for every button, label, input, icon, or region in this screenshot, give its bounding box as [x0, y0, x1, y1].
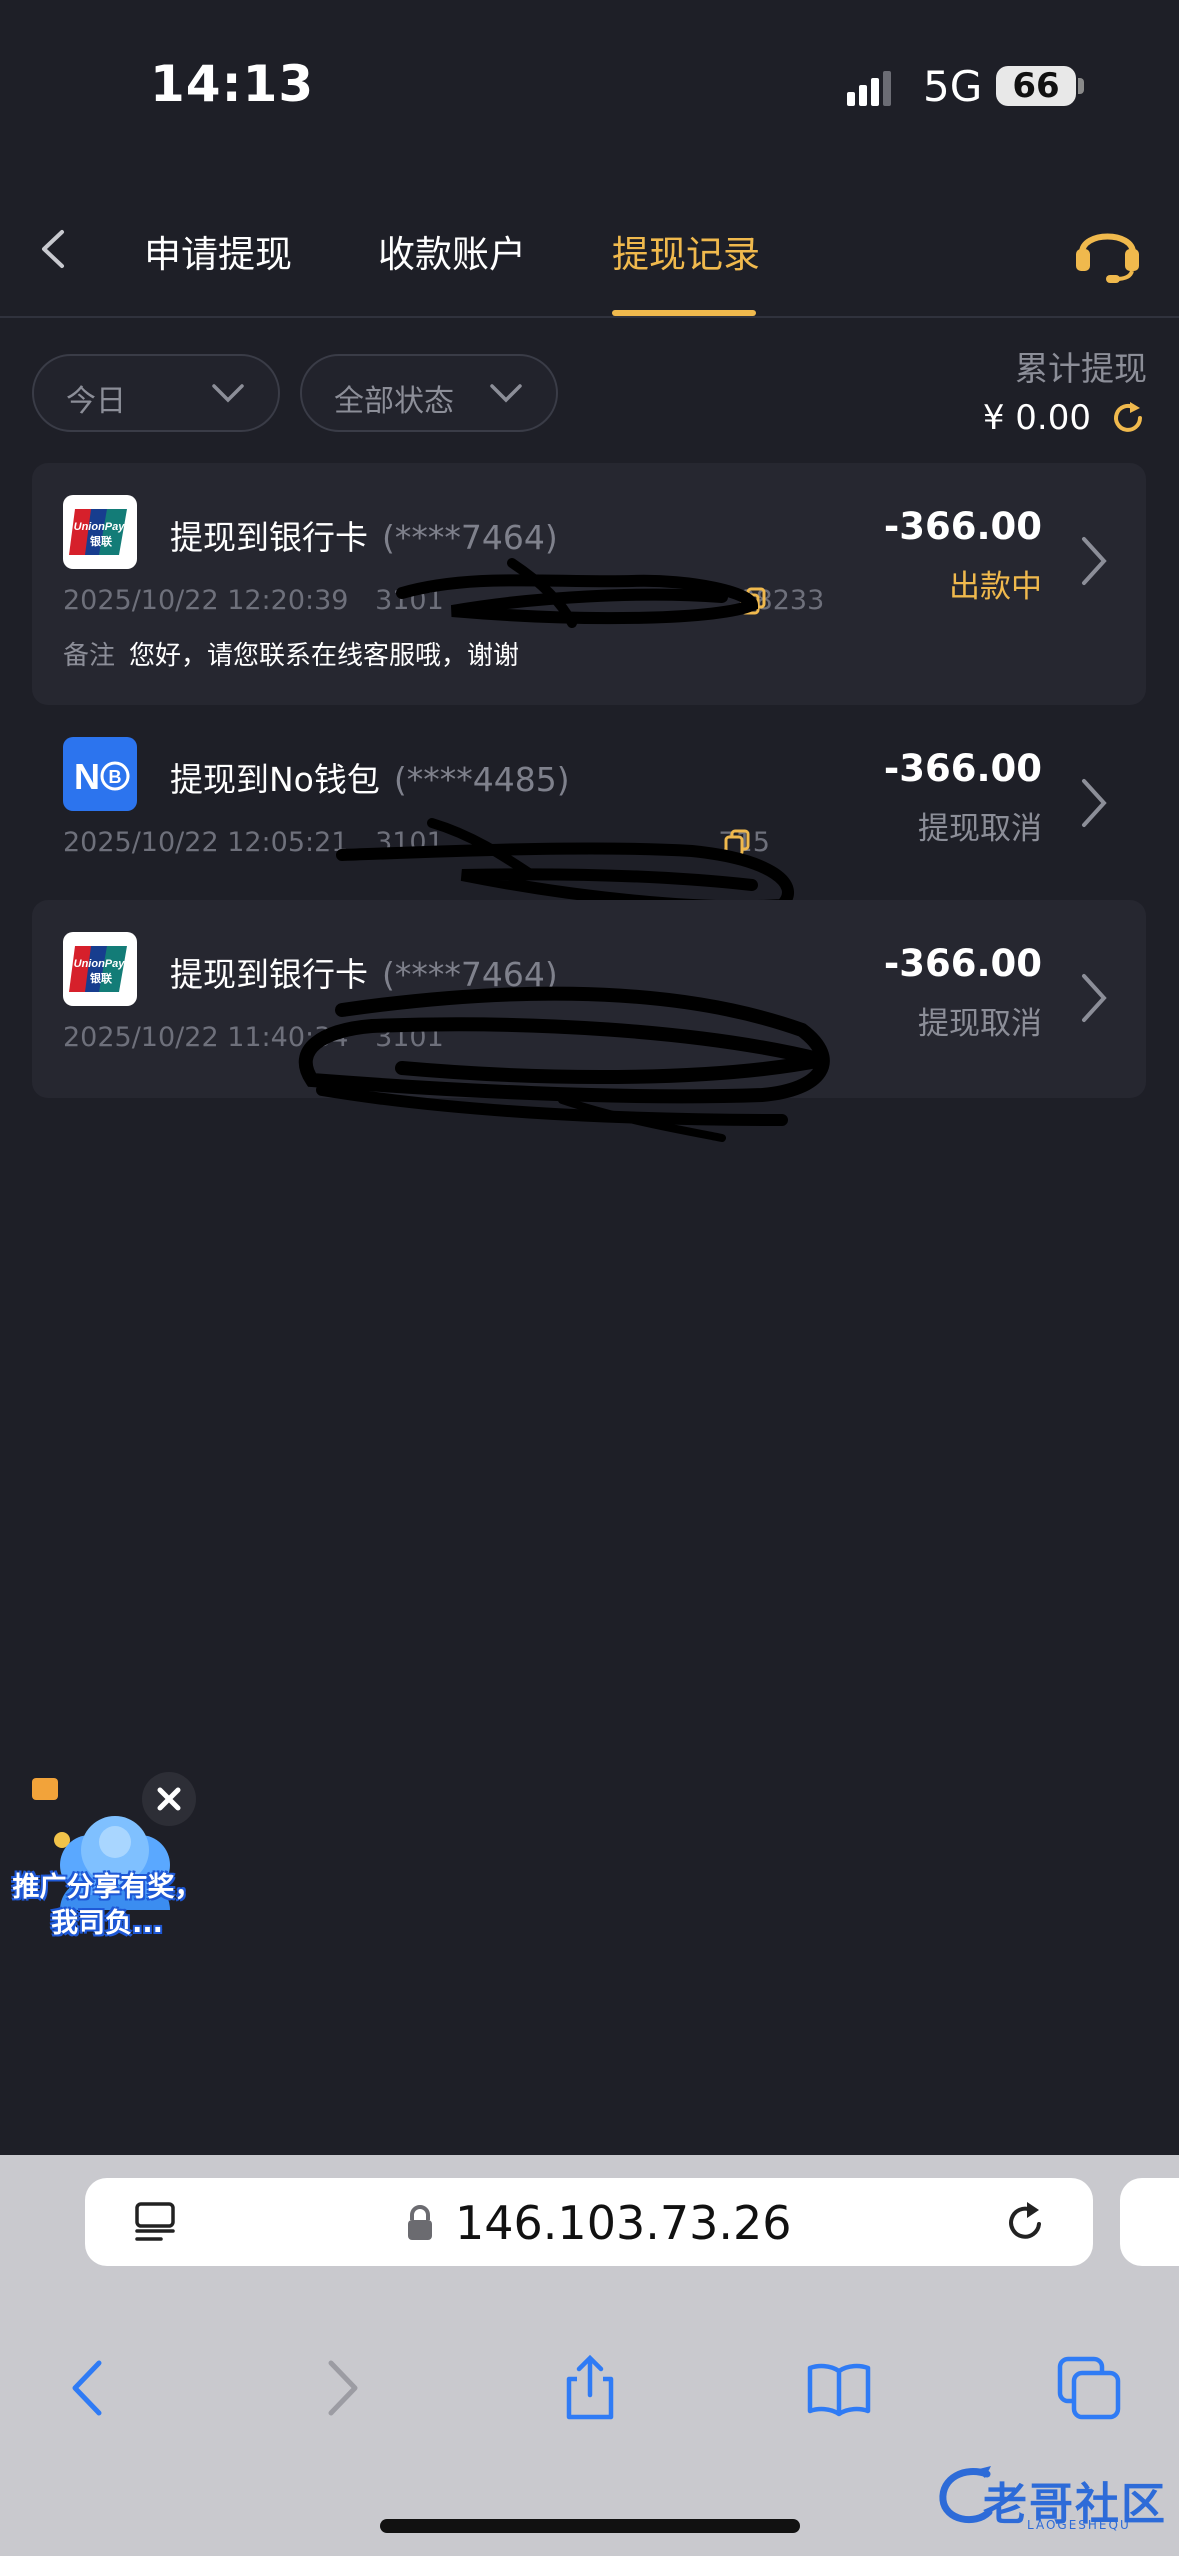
- back-icon[interactable]: [55, 2353, 125, 2423]
- tab-apply-withdrawal[interactable]: 申请提现: [144, 224, 292, 278]
- record-time: 2025/10/22 12:20:39: [63, 585, 349, 616]
- record-status: 提现取消: [918, 1006, 1042, 1042]
- promo-text[interactable]: 推广分享有奖，我司负...: [12, 1870, 202, 1942]
- chevron-right-icon: [1082, 779, 1107, 827]
- unionpay-icon: UnionPay 银联: [69, 946, 127, 992]
- reload-icon[interactable]: [1001, 2198, 1051, 2248]
- svg-text:B: B: [109, 767, 122, 787]
- active-tab-indicator: [612, 310, 756, 316]
- tab-withdrawal-records[interactable]: 提现记录: [612, 224, 760, 278]
- battery-nub: [1078, 78, 1084, 94]
- record-title: 提现到银行卡 (****7464): [170, 511, 558, 559]
- watermark-subtext: LAOGESHEQU: [1027, 2518, 1131, 2532]
- address-bar[interactable]: 146.103.73.26: [85, 2178, 1093, 2266]
- chevron-right-icon: [1082, 537, 1107, 585]
- forward-icon[interactable]: [305, 2353, 375, 2423]
- svg-text:UnionPay: UnionPay: [74, 521, 126, 533]
- watermark: 老哥社区 LAOGESHEQU: [935, 2460, 1170, 2540]
- withdrawal-records-page: 14:13 5G 66 申请提现 收款账户 提现记录 今日 全部状态 累计提现 …: [0, 0, 1179, 2556]
- withdrawal-record-1[interactable]: UnionPay 银联 提现到银行卡 (****7464) 2025/10/22 …: [32, 463, 1146, 705]
- record-status: 出款中: [949, 569, 1042, 605]
- record-account-mask: (****7464): [382, 955, 558, 994]
- chevron-down-icon: [490, 384, 522, 403]
- record-amount: -366.00: [883, 505, 1042, 548]
- signal-icon: [847, 71, 891, 106]
- copy-icon[interactable]: [724, 829, 750, 857]
- next-tab-peek[interactable]: [1120, 2178, 1179, 2266]
- record-title: 提现到银行卡 (****7464): [170, 948, 558, 996]
- chevron-left-icon[interactable]: [30, 224, 80, 274]
- record-account-mask: (****7464): [382, 518, 558, 557]
- no-wallet-logo: N B: [63, 737, 137, 811]
- record-time: 2025/10/22 11:40:34: [63, 1022, 349, 1053]
- unionpay-logo: UnionPay 银联: [63, 495, 137, 569]
- svg-text:UnionPay: UnionPay: [74, 958, 126, 970]
- total-withdrawal-label: 累计提现: [1015, 349, 1147, 388]
- record-account-mask: (****4485): [393, 760, 570, 799]
- record-amount: -366.00: [883, 747, 1042, 790]
- tab-header: 申请提现 收款账户 提现记录: [0, 200, 1179, 318]
- battery-level: 66: [996, 66, 1076, 106]
- date-filter-label: 今日: [66, 384, 126, 419]
- record-meta: 2025/10/22 12:05:21 3101 715: [63, 827, 770, 858]
- status-filter-dropdown[interactable]: 全部状态: [300, 354, 558, 432]
- record-status: 提现取消: [918, 811, 1042, 847]
- close-icon: [157, 1787, 181, 1811]
- record-note-label: 备注: [63, 641, 116, 671]
- withdrawal-record-3[interactable]: UnionPay 银联 提现到银行卡 (****7464) 2025/10/22 …: [32, 900, 1146, 1142]
- chevron-down-icon: [212, 384, 244, 403]
- record-note-text: 您好，请您联系在线客服哦，谢谢: [129, 641, 520, 671]
- record-meta: 2025/10/22 11:40:34 3101: [63, 1022, 444, 1053]
- tabs-icon[interactable]: [1054, 2353, 1124, 2423]
- page-menu-icon[interactable]: [131, 2200, 179, 2244]
- share-icon[interactable]: [555, 2353, 625, 2423]
- unionpay-icon: UnionPay 银联: [69, 509, 127, 555]
- record-time: 2025/10/22 12:05:21: [63, 827, 349, 858]
- clock: 14:13: [150, 55, 315, 113]
- tab-receiving-account[interactable]: 收款账户: [378, 224, 526, 278]
- record-order-id: 3101: [375, 585, 444, 616]
- no-wallet-icon: N B: [74, 756, 130, 797]
- lock-icon: [408, 2205, 432, 2240]
- withdrawal-record-2[interactable]: N B 提现到No钱包 (****4485) 2025/10/22 12:05:2…: [32, 705, 1146, 913]
- record-amount: -366.00: [883, 942, 1042, 985]
- browser-bottom-bar: 146.103.73.26 老哥社区 LAOGESHEQU: [0, 2155, 1179, 2556]
- svg-text:N: N: [74, 756, 100, 797]
- date-filter-dropdown[interactable]: 今日: [32, 354, 280, 432]
- chevron-right-icon: [1082, 974, 1107, 1022]
- record-note: 备注 您好，请您联系在线客服哦，谢谢: [63, 635, 519, 672]
- record-order-id: 3101: [375, 1022, 444, 1053]
- url-text: 146.103.73.26: [455, 2196, 792, 2250]
- record-order-id: 3101: [375, 827, 444, 858]
- record-title: 提现到No钱包 (****4485): [170, 753, 570, 801]
- record-channel: 提现到No钱包: [170, 760, 380, 799]
- network-type: 5G: [923, 62, 983, 111]
- status-filter-label: 全部状态: [334, 384, 454, 419]
- status-bar: 14:13 5G 66: [0, 0, 1179, 175]
- refresh-icon[interactable]: [1108, 398, 1148, 438]
- svg-text:银联: 银联: [90, 534, 112, 548]
- redaction-scribble: [298, 986, 830, 1142]
- record-channel: 提现到银行卡: [170, 955, 368, 994]
- promo-close-button[interactable]: [142, 1772, 196, 1826]
- unionpay-logo: UnionPay 银联: [63, 932, 137, 1006]
- svg-text:银联: 银联: [90, 971, 112, 985]
- total-withdrawal-amount: ¥ 0.00: [982, 398, 1091, 438]
- copy-icon[interactable]: [740, 587, 766, 615]
- record-meta: 2025/10/22 12:20:39 3101 08233: [63, 585, 824, 616]
- bookmarks-icon[interactable]: [804, 2353, 874, 2423]
- headset-icon[interactable]: [1070, 215, 1145, 285]
- home-indicator: [380, 2519, 800, 2533]
- record-channel: 提现到银行卡: [170, 518, 368, 557]
